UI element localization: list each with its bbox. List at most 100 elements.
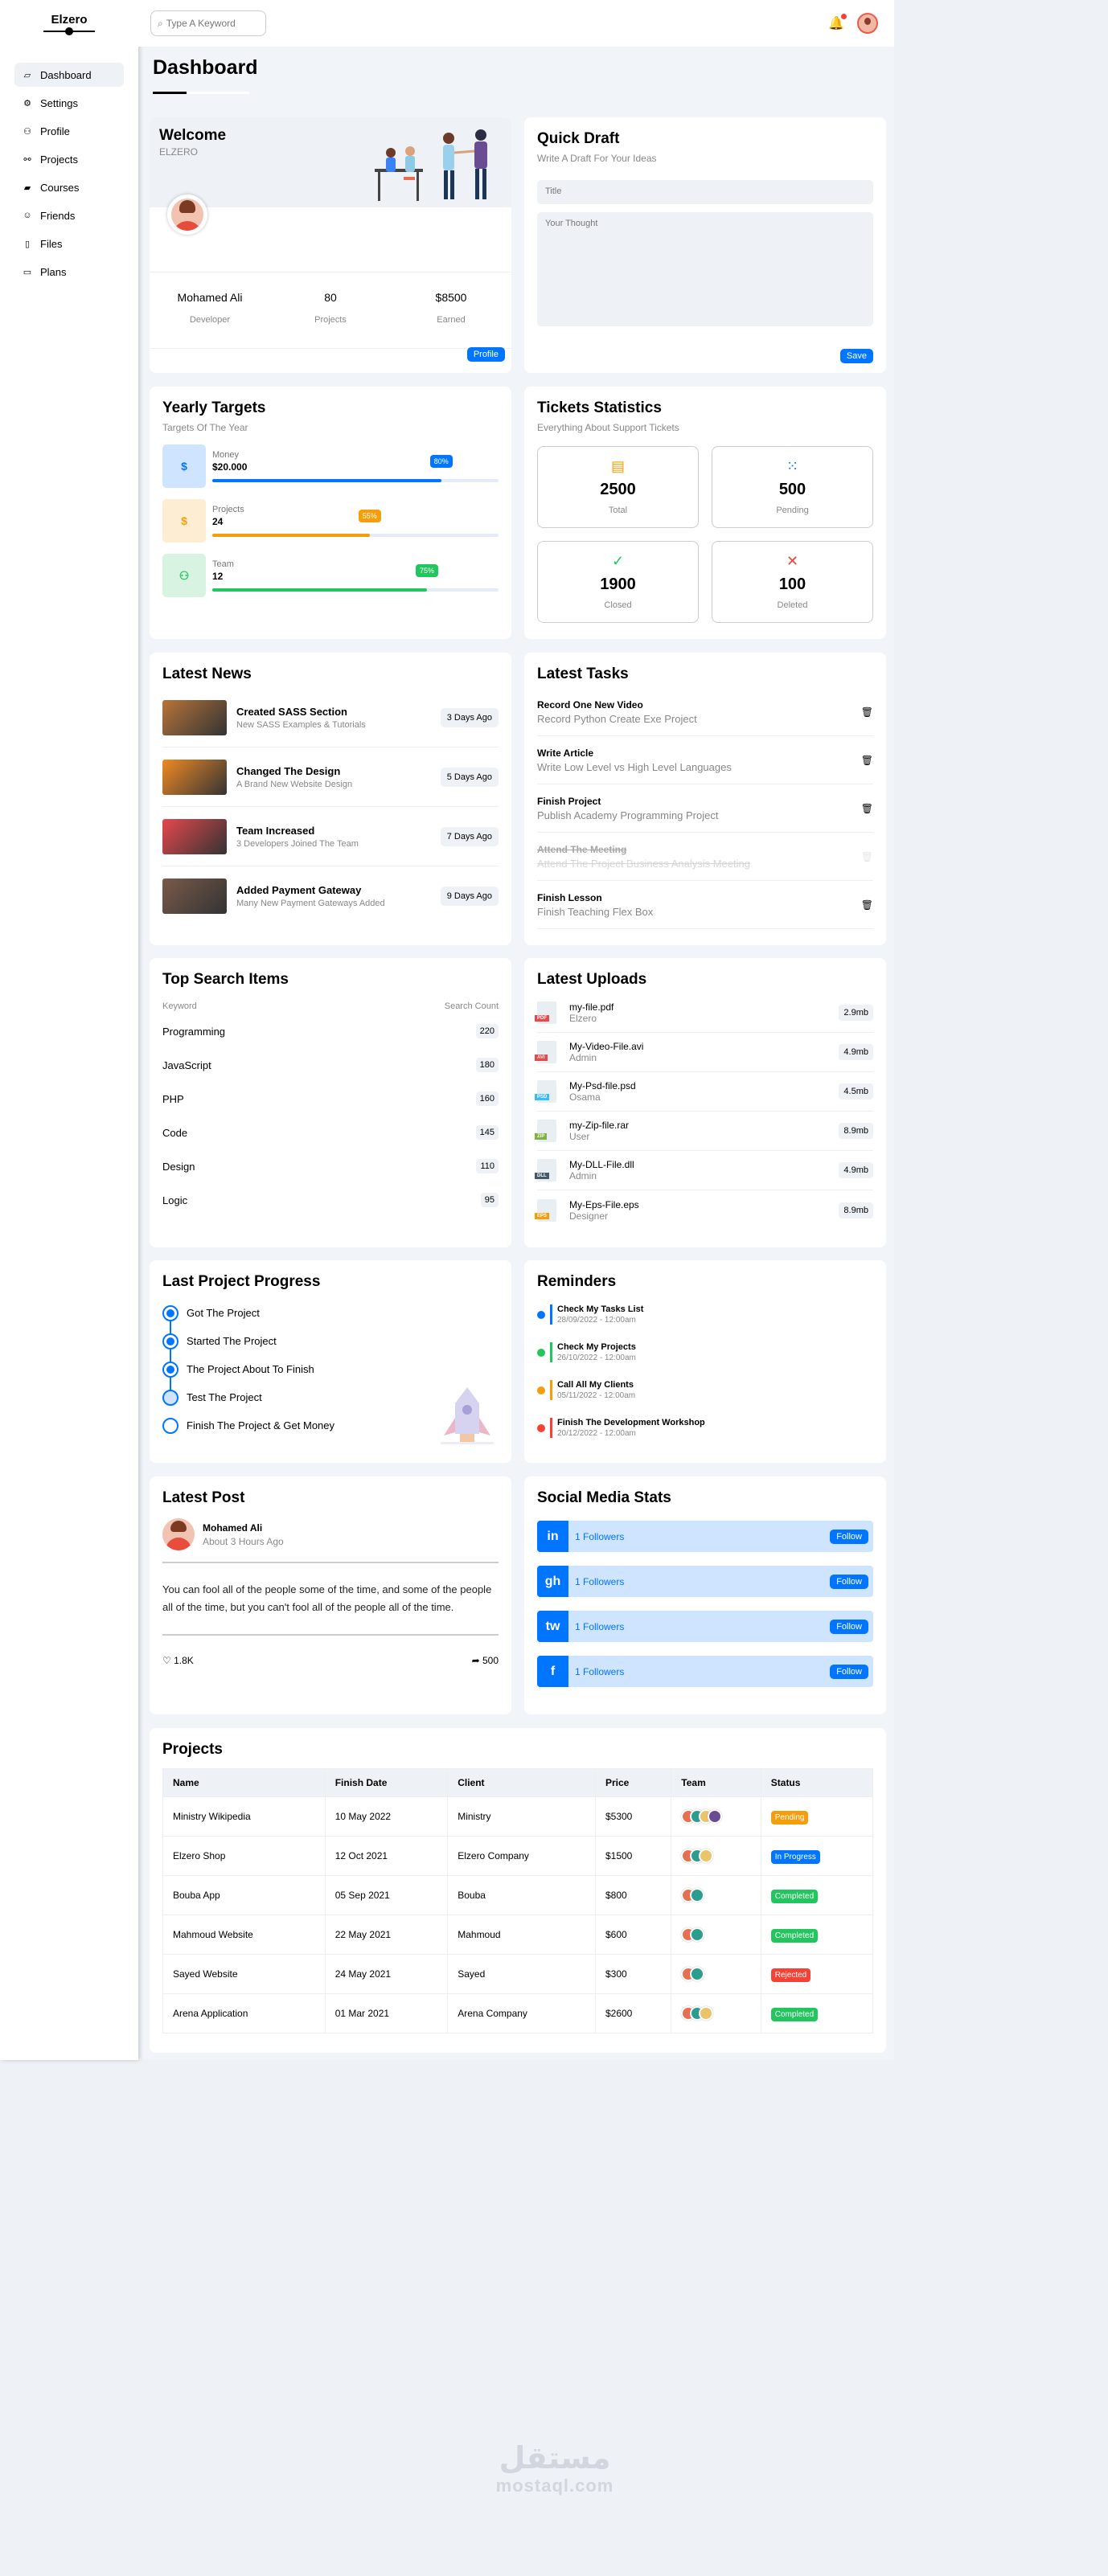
reminders-title: Reminders [537, 1273, 617, 1290]
sidebar-item-profile[interactable]: ⚇ Profile [14, 119, 124, 143]
follow-button[interactable]: Follow [830, 1574, 868, 1589]
profile-button[interactable]: Profile [466, 347, 505, 362]
upload-name: My-Video-File.avi [569, 1041, 644, 1052]
upload-item[interactable]: EPS My-Eps-File.eps Designer 8.9mb [535, 1190, 873, 1230]
ticket-number: 100 [778, 575, 806, 593]
upload-size: 4.9mb [839, 1044, 873, 1060]
progress-dot [162, 1417, 179, 1434]
sidebar-item-files[interactable]: ▯ Files [14, 231, 124, 256]
draft-title-input[interactable]: Title [537, 180, 873, 204]
share-button[interactable]: ➦ 500 [472, 1655, 499, 1666]
column-header: Status [760, 1768, 874, 1797]
social-row: gh 1 Followers Follow [537, 1566, 873, 1597]
keyword-header: Keyword [162, 1001, 197, 1011]
zip-file-icon: ZIP [535, 1120, 556, 1142]
search-icon: ⌕ [158, 17, 163, 29]
news-image [162, 878, 227, 914]
target-progress-tag: 80% [429, 455, 453, 468]
bell-icon[interactable]: 🔔 [828, 14, 847, 31]
news-item[interactable]: Added Payment Gateway Many New Payment Ga… [162, 866, 499, 926]
stat-label: Developer [189, 315, 231, 325]
cell-price: $2600 [594, 1993, 672, 2033]
ticket-number: 500 [778, 481, 806, 498]
task-title: Write Article [537, 747, 594, 759]
sidebar-item-plans[interactable]: ▭ Plans [14, 260, 124, 284]
status-badge: Rejected [770, 1968, 811, 1982]
follow-button[interactable]: Follow [830, 1529, 868, 1544]
cell-price: $5300 [594, 1796, 672, 1837]
reminder-dot [537, 1386, 545, 1394]
post-time: About 3 Hours Ago [203, 1535, 284, 1547]
twitter-icon: tw [537, 1611, 568, 1642]
progress-step-label: Finish The Project & Get Money [187, 1419, 335, 1431]
follow-button[interactable]: Follow [830, 1619, 868, 1634]
cell-team [671, 1796, 761, 1837]
trash-icon[interactable]: 🗑 [861, 851, 873, 862]
cell-status: Rejected [760, 1954, 874, 1994]
ticket-deleted: ✕ 100 Deleted [712, 541, 873, 623]
progress-step: Started The Project [162, 1327, 499, 1355]
table-row: Elzero Shop 12 Oct 2021 Elzero Company $150… [162, 1836, 874, 1876]
upload-user: Elzero [569, 1013, 597, 1024]
upload-item[interactable]: AVI My-Video-File.avi Admin 4.9mb [535, 1033, 873, 1072]
page-title: Dashboard [153, 56, 258, 79]
latest-uploads-card: Latest Uploads PDF my-file.pdf Elzero 2.9mb… [524, 958, 886, 1247]
news-item[interactable]: Created SASS Section New SASS Examples & … [162, 688, 499, 747]
search-count: 95 [480, 1193, 499, 1207]
trash-icon[interactable]: 🗑 [861, 803, 873, 814]
search-keyword: JavaScript [162, 1059, 211, 1071]
target-progress-fill [212, 479, 441, 482]
upload-size: 4.5mb [839, 1083, 873, 1100]
upload-item[interactable]: DLL My-DLL-File.dll Admin 4.9mb [535, 1151, 873, 1190]
sidebar-item-settings[interactable]: ⚙ Settings [14, 91, 124, 115]
team-avatar [690, 1888, 705, 1902]
sidebar-item-dashboard[interactable]: ▱ Dashboard [14, 63, 124, 87]
table-row: Mahmoud Website 22 May 2021 Mahmoud $600 Com… [162, 1915, 874, 1955]
target-value: $20.000 [212, 461, 248, 473]
sidebar-item-courses[interactable]: ▰ Courses [14, 175, 124, 199]
latest-post-card: Latest Post Mohamed Ali About 3 Hours Ag… [150, 1476, 511, 1714]
sidebar-item-friends[interactable]: ☺ Friends [14, 203, 124, 227]
dollar-icon: $ [162, 444, 206, 488]
column-header: Name [162, 1768, 326, 1797]
search-input[interactable]: ⌕ Type A Keyword [150, 10, 266, 36]
welcome-stat: $8500 Earned [391, 285, 511, 336]
sidebar-item-projects[interactable]: ⚯ Projects [14, 147, 124, 171]
task-item: Record One New Video Record Python Create… [537, 688, 873, 736]
sidebar-item-label: Files [40, 237, 63, 250]
upload-item[interactable]: PSD My-Psd-file.psd Osama 4.5mb [535, 1072, 873, 1112]
search-count: 110 [476, 1159, 499, 1173]
team-avatar [690, 1927, 705, 1942]
reminder-date: 26/10/2022 - 12:00am [557, 1354, 636, 1362]
news-image [162, 759, 227, 795]
facebook-icon: f [537, 1656, 568, 1687]
social-row: f 1 Followers Follow [537, 1656, 873, 1687]
search-keyword: PHP [162, 1092, 184, 1105]
draft-body-textarea[interactable]: Your Thought [537, 212, 873, 326]
chart-icon: ▱ [23, 70, 31, 80]
trash-icon[interactable]: 🗑 [861, 706, 873, 718]
news-item[interactable]: Team Increased 3 Developers Joined The Te… [162, 807, 499, 866]
status-badge: Completed [770, 1890, 819, 1903]
title-underline [153, 92, 249, 94]
trash-icon[interactable]: 🗑 [861, 755, 873, 766]
save-button[interactable]: Save [839, 349, 873, 363]
follow-button[interactable]: Follow [830, 1664, 868, 1679]
tickets-title: Tickets Statistics [537, 399, 662, 416]
search-item-row: Programming 220 [162, 1014, 499, 1048]
news-item[interactable]: Changed The Design A Brand New Website De… [162, 747, 499, 807]
stat-label: Earned [437, 315, 466, 325]
upload-item[interactable]: PDF my-file.pdf Elzero 2.9mb [535, 993, 873, 1033]
trash-icon[interactable]: 🗑 [861, 899, 873, 911]
reminder-dot [537, 1310, 545, 1319]
upload-name: my-file.pdf [569, 1001, 614, 1013]
target-value: 24 [212, 516, 224, 527]
cell-price: $1500 [594, 1836, 672, 1876]
cell-client: Elzero Company [447, 1836, 596, 1876]
upload-item[interactable]: ZIP my-Zip-file.rar User 8.9mb [535, 1112, 873, 1151]
cell-date: 22 May 2021 [324, 1915, 449, 1955]
like-button[interactable]: ♡ 1.8K [162, 1655, 194, 1666]
cell-date: 01 Mar 2021 [324, 1993, 449, 2033]
search-count: 220 [475, 1024, 499, 1038]
avatar[interactable] [857, 13, 878, 34]
